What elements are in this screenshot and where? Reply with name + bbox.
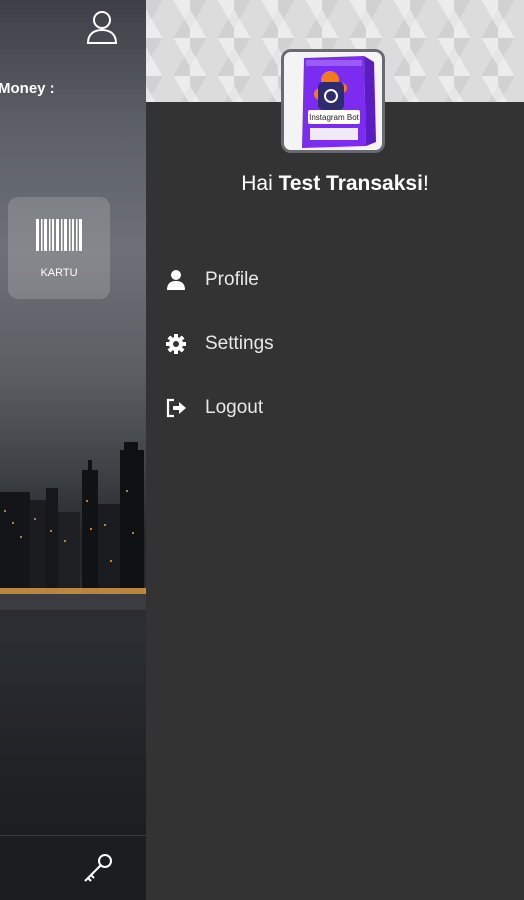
menu-item-label: Settings: [205, 333, 274, 354]
gear-icon: [166, 334, 186, 354]
city-skyline-image: [0, 442, 146, 610]
background-app-screen: Money : KARTU: [0, 0, 146, 900]
barcode-icon: [36, 219, 82, 251]
user-name: Test Transaksi: [278, 172, 423, 195]
money-label: Money :: [0, 80, 55, 97]
instagram-bot-box-icon: Instagram Bot: [284, 52, 382, 150]
greeting-text: Hai Test Transaksi!: [146, 172, 524, 196]
logout-icon: [166, 398, 186, 418]
kartu-card-button[interactable]: KARTU: [8, 197, 110, 299]
user-icon[interactable]: [86, 10, 118, 44]
menu-item-settings[interactable]: Settings: [146, 319, 524, 369]
app-logo: Instagram Bot: [281, 49, 385, 153]
greeting-suffix: !: [422, 172, 429, 195]
bottom-bar: [0, 835, 146, 900]
menu-item-label: Profile: [205, 269, 259, 290]
logo-title-text: Instagram Bot: [309, 113, 360, 122]
key-icon[interactable]: [82, 852, 114, 884]
menu-item-logout[interactable]: Logout: [146, 383, 524, 433]
menu-item-profile[interactable]: Profile: [146, 255, 524, 305]
navigation-drawer: Instagram Bot Hai Test Transaksi! Profil…: [146, 0, 524, 900]
greeting-prefix: Hai: [241, 172, 279, 195]
menu-item-label: Logout: [205, 397, 264, 418]
person-icon: [167, 270, 185, 290]
kartu-label: KARTU: [40, 267, 78, 279]
